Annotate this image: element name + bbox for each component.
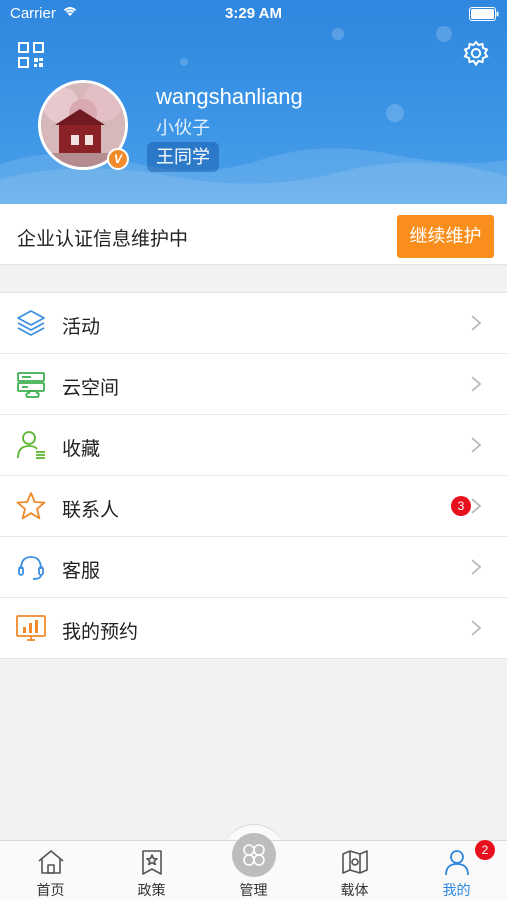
menu-item-label: 我的预约 (62, 622, 139, 643)
tab-label: 载体 (340, 882, 369, 898)
verified-badge: V (107, 148, 129, 170)
policy-icon (142, 850, 162, 875)
decor-bubble (386, 104, 404, 122)
user-icon (445, 850, 469, 876)
star-icon (16, 492, 46, 520)
tab-carrier[interactable]: 载体 (304, 841, 405, 900)
chevron-right-icon (471, 498, 482, 514)
decor-bubble (332, 28, 344, 40)
mine-tab-badge: 2 (475, 840, 495, 860)
menu-item-label: 活动 (62, 317, 101, 338)
tab-label: 我的 (442, 882, 471, 898)
cloud-server-icon (17, 372, 45, 398)
continue-maintenance-button[interactable]: 继续维护 (397, 215, 494, 258)
menu-item-my-appointments[interactable]: 我的预约 (0, 598, 507, 659)
manage-button[interactable] (232, 833, 276, 877)
certification-status-text: 企业认证信息维护中 (17, 229, 189, 250)
contacts-count-badge: 3 (451, 496, 471, 516)
menu-item-label: 云空间 (62, 378, 120, 399)
chevron-right-icon (471, 376, 482, 392)
tab-policy[interactable]: 政策 (101, 841, 202, 900)
tab-home[interactable]: 首页 (0, 841, 101, 900)
menu-item-label: 客服 (62, 561, 101, 582)
chevron-right-icon (471, 437, 482, 453)
menu-item-customer-service[interactable]: 客服 (0, 537, 507, 598)
menu-item-label: 收藏 (62, 439, 101, 460)
chart-board-icon (16, 615, 46, 641)
headset-icon (18, 556, 44, 580)
decor-bubble (436, 26, 452, 42)
qr-code-icon[interactable] (18, 42, 44, 68)
chevron-right-icon (471, 620, 482, 636)
tab-label: 政策 (137, 882, 166, 898)
username: wangshanliang (156, 84, 303, 109)
home-icon (38, 850, 64, 874)
manage-icon (243, 844, 265, 866)
chevron-right-icon (471, 315, 482, 331)
decor-bubble (180, 58, 188, 66)
layers-icon (17, 310, 45, 336)
tab-label: 管理 (239, 882, 268, 898)
menu-item-favorites[interactable]: 收藏 (0, 415, 507, 476)
user-list-icon (17, 431, 45, 459)
profile-header: Carrier 3:29 AM V wangshanliang 小伙子 王同学 (0, 0, 507, 204)
certification-row: 企业认证信息维护中 继续维护 (0, 204, 507, 265)
menu-item-activities[interactable]: 活动 (0, 293, 507, 354)
chevron-right-icon (471, 559, 482, 575)
user-subtitle: 小伙子 (156, 118, 210, 138)
name-tag: 王同学 (147, 142, 219, 172)
menu-item-label: 联系人 (62, 500, 120, 521)
menu-list: 活动 云空间 收藏 联系人 3 客服 我的预约 (0, 292, 507, 659)
settings-gear-icon[interactable] (462, 40, 490, 68)
menu-item-contacts[interactable]: 联系人 3 (0, 476, 507, 537)
status-bar: Carrier 3:29 AM (0, 0, 507, 28)
menu-item-cloud-space[interactable]: 云空间 (0, 354, 507, 415)
status-time: 3:29 AM (225, 5, 282, 22)
battery-icon (469, 7, 499, 21)
map-icon (342, 850, 368, 874)
tab-label: 首页 (36, 882, 65, 898)
